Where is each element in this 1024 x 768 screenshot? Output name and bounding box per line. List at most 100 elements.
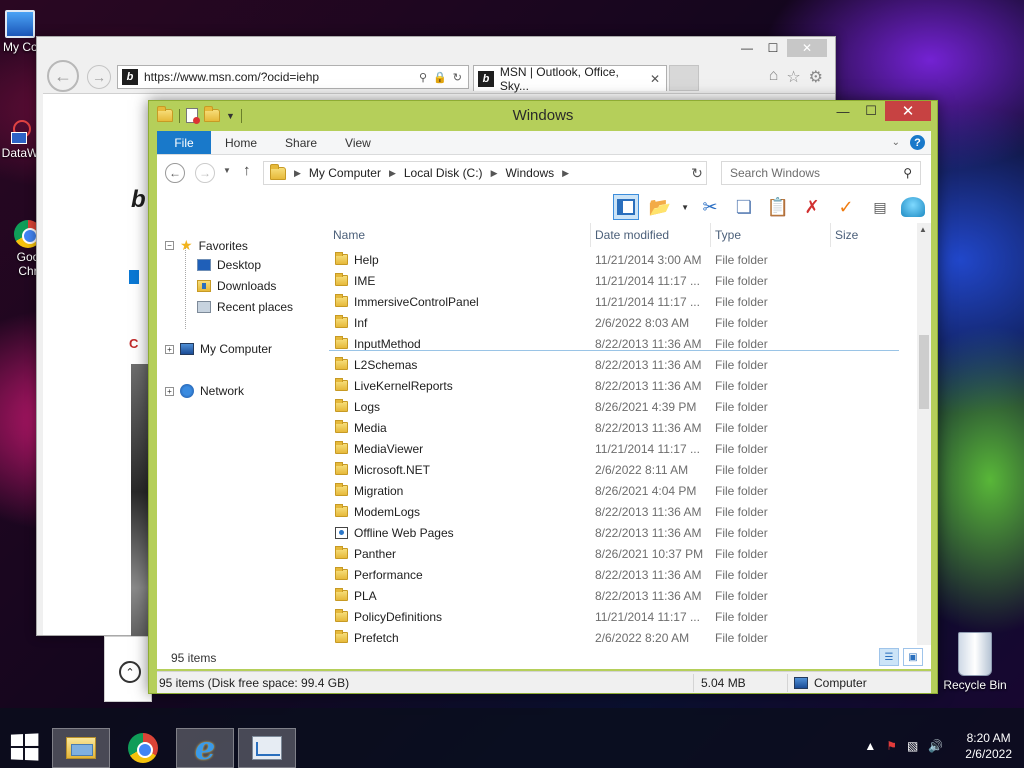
- table-row[interactable]: PLA 8/22/2013 11:36 AM File folder: [329, 585, 917, 606]
- tab-share[interactable]: Share: [271, 131, 331, 154]
- expand-icon[interactable]: +: [165, 386, 174, 396]
- breadcrumb-item-windows[interactable]: Windows: [505, 166, 554, 180]
- tab-file[interactable]: File: [157, 131, 211, 154]
- table-row[interactable]: PolicyDefinitions 11/21/2014 11:17 ... Fil…: [329, 606, 917, 627]
- tree-item-recent-places[interactable]: Recent places: [197, 300, 293, 314]
- explorer-titlebar[interactable]: ▼ Windows — ☐ ✕: [149, 101, 937, 131]
- refresh-icon[interactable]: ↻: [687, 163, 707, 183]
- tab-close-icon[interactable]: ✕: [650, 72, 666, 86]
- forward-button[interactable]: →: [195, 163, 215, 183]
- network-status-icon[interactable]: ▧: [907, 739, 918, 753]
- vertical-scrollbar[interactable]: ▲ ▼: [917, 223, 931, 665]
- minimize-button[interactable]: —: [829, 101, 857, 121]
- scrollbar-thumb[interactable]: [919, 335, 929, 409]
- breadcrumb[interactable]: ▶ My Computer ▶ Local Disk (C:) ▶ Window…: [263, 161, 707, 185]
- forward-button[interactable]: →: [87, 65, 111, 89]
- table-row[interactable]: Media 8/22/2013 11:36 AM File folder: [329, 417, 917, 438]
- tree-item-network[interactable]: + Network: [165, 384, 244, 398]
- tree-item-downloads[interactable]: Downloads: [197, 279, 276, 293]
- table-row[interactable]: Microsoft.NET 2/6/2022 8:11 AM File folder: [329, 459, 917, 480]
- help-icon[interactable]: ?: [910, 135, 925, 150]
- expand-icon[interactable]: +: [165, 344, 174, 354]
- tab-home[interactable]: Home: [211, 131, 271, 154]
- table-row[interactable]: Inf 2/6/2022 8:03 AM File folder: [329, 312, 917, 333]
- action-center-flag-icon[interactable]: ⚑: [886, 739, 897, 753]
- large-icons-view-button[interactable]: ▣: [903, 648, 923, 666]
- table-row[interactable]: Help 11/21/2014 3:00 AM File folder: [329, 249, 917, 270]
- home-icon[interactable]: ⌂: [769, 67, 779, 87]
- address-bar[interactable]: b https://www.msn.com/?ocid=iehp ⚲ 🔒 ↻: [117, 65, 469, 89]
- table-row[interactable]: ImmersiveControlPanel 11/21/2014 11:17 ..…: [329, 291, 917, 312]
- browser-tab[interactable]: b MSN | Outlook, Office, Sky... ✕: [473, 65, 667, 93]
- chevron-down-icon[interactable]: ▼: [681, 203, 689, 212]
- desktop-icon-my-computer[interactable]: My Co: [0, 10, 40, 54]
- breadcrumb-separator-icon[interactable]: ▶: [491, 168, 498, 179]
- favorites-star-icon[interactable]: ☆: [786, 67, 800, 87]
- folder-options-button[interactable]: 📂: [647, 194, 673, 220]
- chevron-down-icon[interactable]: ⌄: [892, 137, 900, 148]
- table-row[interactable]: Offline Web Pages 8/22/2013 11:36 AM File …: [329, 522, 917, 543]
- preview-pane-button[interactable]: [613, 194, 640, 220]
- breadcrumb-separator-icon[interactable]: ▶: [389, 168, 396, 179]
- table-row[interactable]: Logs 8/26/2021 4:39 PM File folder: [329, 396, 917, 417]
- breadcrumb-separator-icon[interactable]: ▶: [562, 168, 569, 179]
- cut-button[interactable]: ✂: [697, 194, 723, 220]
- taskbar-file-explorer[interactable]: [52, 728, 110, 768]
- back-button[interactable]: ←: [47, 60, 79, 92]
- taskbar-performance-monitor[interactable]: [238, 728, 296, 768]
- details-view-button[interactable]: ☰: [879, 648, 899, 666]
- start-button[interactable]: [10, 733, 39, 761]
- column-header-size[interactable]: Size: [831, 223, 917, 247]
- table-row[interactable]: LiveKernelReports 8/22/2013 11:36 AM File …: [329, 375, 917, 396]
- table-row[interactable]: L2Schemas 8/22/2013 11:36 AM File folder: [329, 354, 917, 375]
- delete-button[interactable]: ✗: [799, 194, 825, 220]
- volume-icon[interactable]: 🔊: [928, 739, 943, 753]
- taskbar-clock[interactable]: 8:20 AM 2/6/2022: [965, 730, 1012, 762]
- table-row[interactable]: Panther 8/26/2021 10:37 PM File folder: [329, 543, 917, 564]
- tree-item-desktop[interactable]: Desktop: [197, 258, 261, 272]
- close-button[interactable]: ✕: [885, 101, 931, 121]
- close-button[interactable]: ✕: [787, 39, 827, 57]
- column-header-name[interactable]: ⌃ Name: [329, 223, 591, 247]
- column-header-type[interactable]: Type: [711, 223, 831, 247]
- table-row[interactable]: Performance 8/22/2013 11:36 AM File folder: [329, 564, 917, 585]
- browser-titlebar[interactable]: — ☐ ✕: [37, 37, 835, 59]
- scroll-up-icon[interactable]: ⌃: [119, 661, 141, 683]
- tree-item-my-computer[interactable]: + My Computer: [165, 342, 272, 356]
- taskbar-chrome[interactable]: [114, 728, 172, 768]
- paste-button[interactable]: 📋: [765, 194, 791, 220]
- breadcrumb-separator-icon[interactable]: ▶: [294, 168, 301, 179]
- tree-item-favorites[interactable]: − ★ Favorites: [165, 237, 248, 254]
- show-hidden-icons-chevron-icon[interactable]: ▲: [864, 739, 876, 753]
- table-row[interactable]: Migration 8/26/2021 4:04 PM File folder: [329, 480, 917, 501]
- desktop-icon-recycle-bin[interactable]: Recycle Bin: [940, 632, 1010, 692]
- recent-locations-chevron-icon[interactable]: ▼: [223, 166, 231, 175]
- maximize-button[interactable]: ☐: [857, 101, 885, 121]
- new-tab-button[interactable]: [669, 65, 699, 91]
- rename-button[interactable]: ▤: [867, 194, 893, 220]
- back-button[interactable]: ←: [165, 163, 185, 183]
- column-header-date[interactable]: Date modified: [591, 223, 711, 247]
- taskbar-internet-explorer[interactable]: e: [176, 728, 234, 768]
- search-icon[interactable]: ⚲: [419, 71, 427, 84]
- table-row[interactable]: IME 11/21/2014 11:17 ... File folder: [329, 270, 917, 291]
- refresh-icon[interactable]: ↻: [453, 71, 462, 84]
- network-globe-button[interactable]: [901, 197, 925, 217]
- breadcrumb-item-local-disk[interactable]: Local Disk (C:): [404, 166, 483, 180]
- search-input[interactable]: Search Windows ⚲: [721, 161, 921, 185]
- desktop-icon-dataw[interactable]: DataW: [0, 118, 40, 160]
- breadcrumb-item-my-computer[interactable]: My Computer: [309, 166, 381, 180]
- minimize-button[interactable]: —: [735, 39, 759, 57]
- explorer-window[interactable]: ▼ Windows — ☐ ✕ File Home Share View ⌄ ?…: [148, 100, 938, 694]
- table-row[interactable]: MediaViewer 11/21/2014 11:17 ... File fold…: [329, 438, 917, 459]
- scroll-up-icon[interactable]: ▲: [919, 225, 927, 234]
- maximize-button[interactable]: ☐: [761, 39, 785, 57]
- tab-view[interactable]: View: [331, 131, 385, 154]
- lock-icon[interactable]: 🔒: [433, 71, 447, 84]
- select-check-button[interactable]: ✓: [833, 194, 859, 220]
- collapse-icon[interactable]: −: [165, 241, 174, 250]
- search-icon[interactable]: ⚲: [903, 166, 920, 180]
- up-arrow-icon[interactable]: ↑: [243, 162, 251, 179]
- table-row[interactable]: ModemLogs 8/22/2013 11:36 AM File folder: [329, 501, 917, 522]
- copy-button[interactable]: ❏: [731, 194, 757, 220]
